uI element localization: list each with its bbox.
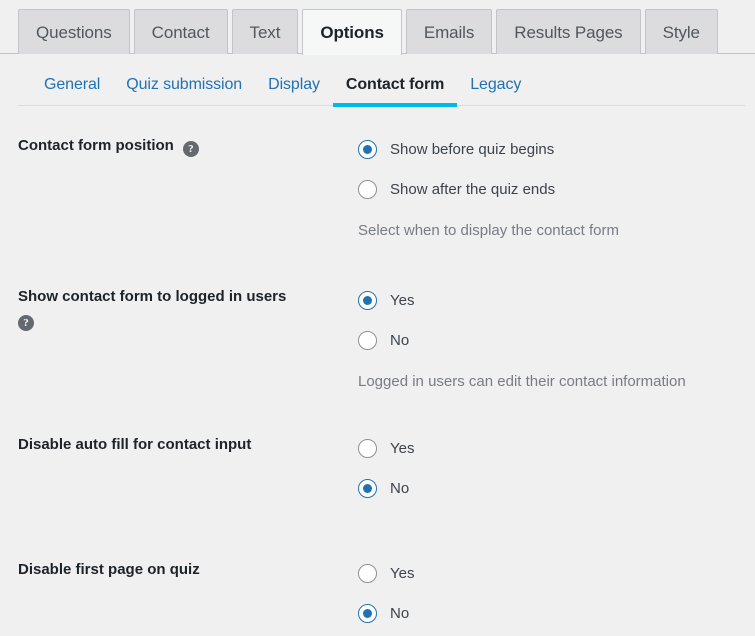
subtab-display[interactable]: Display [255,76,333,107]
secondary-tab-strip: General Quiz submission Display Contact for… [18,76,745,107]
subtab-contact-form[interactable]: Contact form [332,76,458,107]
radio-label: Show after the quiz ends [390,181,556,198]
radio-label: Yes [390,440,415,457]
radio-option-disable-auto-fill-for-contact-input-yes[interactable]: Yes [358,434,755,463]
subtab-quiz-submission[interactable]: Quiz submission [113,76,255,107]
radio-button-checked-icon[interactable] [358,291,377,310]
tab-options[interactable]: Options [302,9,402,55]
radio-label: No [390,480,410,497]
radio-label: No [390,605,410,622]
help-icon[interactable]: ? [182,141,199,157]
radio-option-disable-first-page-on-quiz-no[interactable]: No [358,599,755,628]
setting-row-disable-first-page-on-quiz: Disable first page on quiz Yes No [18,558,755,628]
tab-style[interactable]: Style [644,9,718,54]
setting-description-contact-form-position: Select when to display the contact form [358,222,619,239]
radio-button-checked-icon[interactable] [358,479,377,498]
help-icon[interactable]: ? [18,315,34,331]
radio-button-unchecked-icon[interactable] [358,439,377,458]
setting-label-contact-form-position: Contact form position [18,137,174,154]
setting-label-disable-first-page-on-quiz: Disable first page on quiz [18,561,200,578]
setting-label-cell-contact-form-position: Contact form position? [18,134,358,157]
subnav-container: General Quiz submission Display Contact for… [0,76,755,107]
setting-label-cell-show-contact-form-to-logged-in-users: Show contact form to logged in users? [18,285,358,331]
radio-label: Yes [390,565,415,582]
subtab-legacy[interactable]: Legacy [457,76,534,107]
tab-results-pages[interactable]: Results Pages [496,9,641,54]
setting-description-show-contact-form-to-logged-in-users: Logged in users can edit their contact i… [358,373,686,390]
contact-form-settings-table: Contact form position? Show before quiz b… [0,134,755,628]
setting-row-disable-auto-fill-for-contact-input: Disable auto fill for contact input Yes No [18,433,755,503]
radio-option-disable-first-page-on-quiz-yes[interactable]: Yes [358,559,755,588]
tab-contact[interactable]: Contact [133,9,228,54]
radio-label: No [390,332,410,349]
setting-label-disable-auto-fill-for-contact-input: Disable auto fill for contact input [18,436,252,453]
setting-label-cell-disable-auto-fill-for-contact-input: Disable auto fill for contact input [18,433,358,456]
setting-row-show-contact-form-to-logged-in-users: Show contact form to logged in users? Yes… [18,285,755,392]
tab-emails[interactable]: Emails [405,9,493,54]
radio-option-show-contact-form-to-logged-in-users-yes[interactable]: Yes [358,286,755,315]
tab-text[interactable]: Text [231,9,299,54]
radio-option-show-contact-form-to-logged-in-users-no[interactable]: No [358,326,755,355]
radio-button-checked-icon[interactable] [358,140,377,159]
setting-row-contact-form-position: Contact form position? Show before quiz b… [18,134,755,241]
subtab-general[interactable]: General [31,76,113,107]
radio-option-disable-auto-fill-for-contact-input-no[interactable]: No [358,474,755,503]
setting-label-cell-disable-first-page-on-quiz: Disable first page on quiz [18,558,358,581]
radio-label: Yes [390,292,415,309]
setting-field-cell-disable-auto-fill-for-contact-input: Yes No [358,433,755,503]
setting-field-cell-disable-first-page-on-quiz: Yes No [358,558,755,628]
radio-option-contact-form-position-show-after-the-quiz-ends[interactable]: Show after the quiz ends [358,175,755,204]
setting-label-show-contact-form-to-logged-in-users: Show contact form to logged in users [18,288,287,305]
radio-button-checked-icon[interactable] [358,604,377,623]
radio-button-unchecked-icon[interactable] [358,564,377,583]
setting-field-cell-contact-form-position: Show before quiz begins Show after the qu… [358,134,755,241]
radio-option-contact-form-position-show-before-quiz-begins[interactable]: Show before quiz begins [358,135,755,164]
primary-tab-strip: Questions Contact Text Options Emails Results… [0,0,755,55]
radio-button-unchecked-icon[interactable] [358,180,377,199]
tab-questions[interactable]: Questions [18,9,130,54]
setting-field-cell-show-contact-form-to-logged-in-users: Yes No Logged in users can edit their cont… [358,285,755,392]
radio-button-unchecked-icon[interactable] [358,331,377,350]
radio-label: Show before quiz begins [390,141,555,158]
